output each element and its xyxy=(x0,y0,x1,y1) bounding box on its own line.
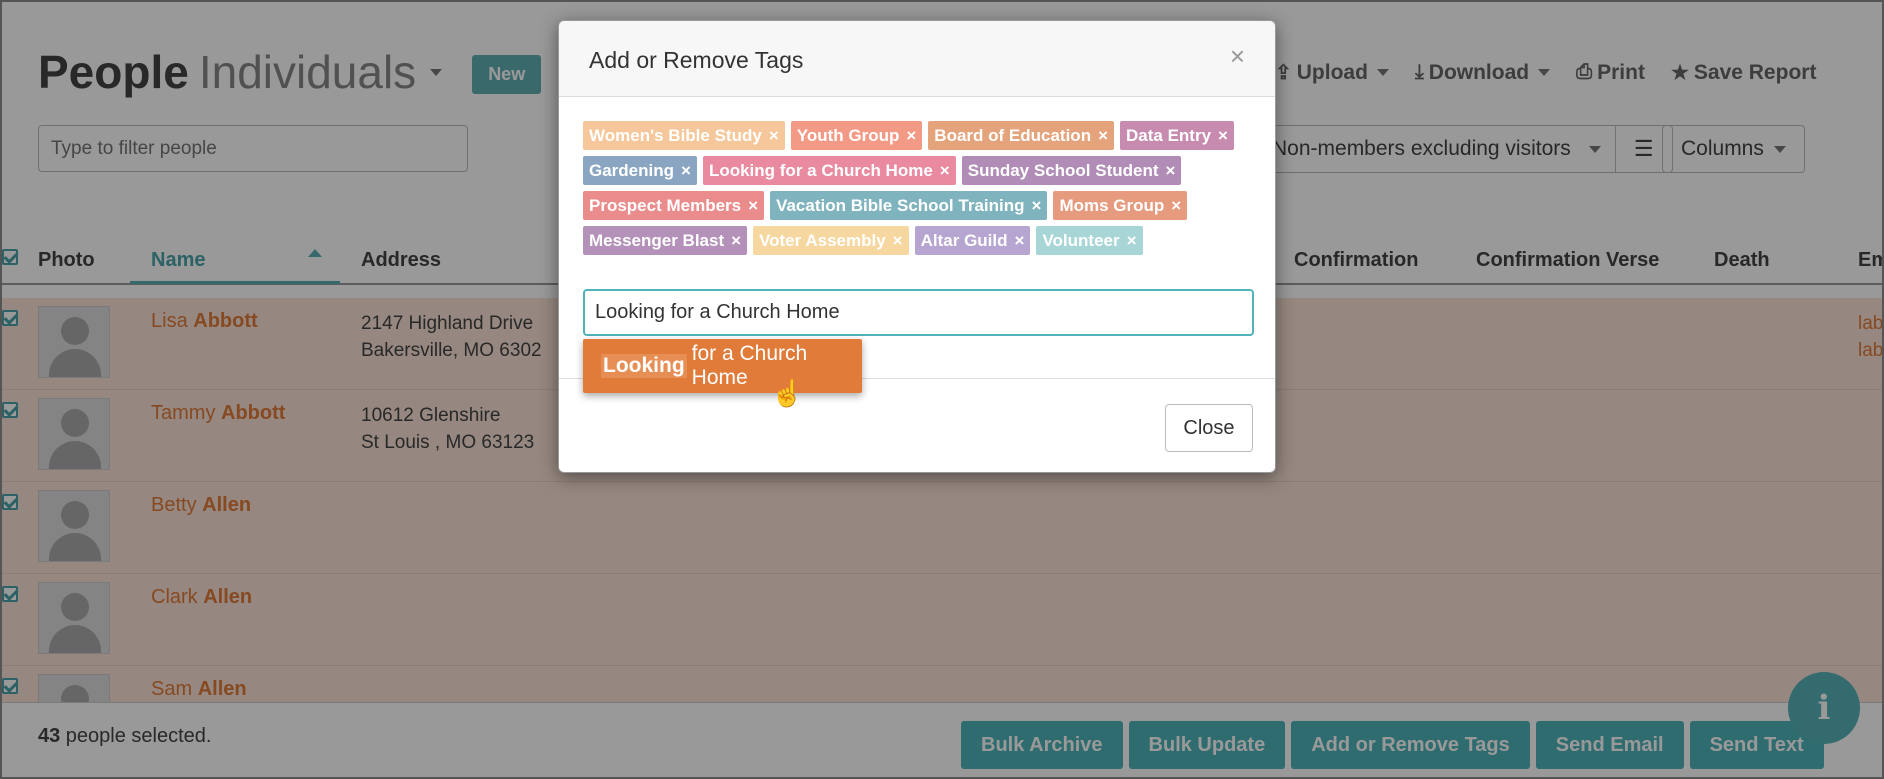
remove-tag-icon[interactable]: × xyxy=(1166,161,1176,181)
modal-header: Add or Remove Tags × xyxy=(559,21,1275,97)
tag-chip: Prospect Members × xyxy=(583,191,765,220)
remove-tag-icon[interactable]: × xyxy=(1218,126,1228,146)
tag-chip: Vacation Bible School Training × xyxy=(770,191,1048,220)
tag-chip: Voter Assembly × xyxy=(753,226,909,255)
tag-label: Gardening xyxy=(589,160,675,180)
tag-label: Moms Group xyxy=(1059,195,1165,215)
tags-modal: Add or Remove Tags × Women's Bible Study… xyxy=(558,20,1276,473)
remove-tag-icon[interactable]: × xyxy=(1171,196,1181,216)
tag-label: Volunteer xyxy=(1042,230,1120,250)
remove-tag-icon[interactable]: × xyxy=(940,161,950,181)
tag-label: Messenger Blast xyxy=(589,230,725,250)
tag-label: Vacation Bible School Training xyxy=(776,195,1025,215)
remove-tag-icon[interactable]: × xyxy=(1015,231,1025,251)
tag-chip: Volunteer × xyxy=(1036,226,1143,255)
remove-tag-icon[interactable]: × xyxy=(1098,126,1108,146)
tag-chip: Messenger Blast × xyxy=(583,226,748,255)
tag-chip: Gardening × xyxy=(583,156,697,185)
tag-chip: Moms Group × xyxy=(1053,191,1188,220)
modal-title: Add or Remove Tags xyxy=(589,47,804,73)
tag-chip: Youth Group × xyxy=(790,121,923,150)
tag-suggestion[interactable]: Looking for a Church Home xyxy=(583,339,862,393)
tag-label: Sunday School Student xyxy=(967,160,1159,180)
remove-tag-icon[interactable]: × xyxy=(731,231,741,251)
tag-label: Data Entry xyxy=(1126,125,1212,145)
close-icon[interactable]: × xyxy=(1230,41,1245,72)
remove-tag-icon[interactable]: × xyxy=(1032,196,1042,216)
remove-tag-icon[interactable]: × xyxy=(906,126,916,146)
tag-chip: Sunday School Student × xyxy=(961,156,1182,185)
tag-label: Voter Assembly xyxy=(759,230,886,250)
tag-chip: Data Entry × xyxy=(1120,121,1234,150)
remove-tag-icon[interactable]: × xyxy=(681,161,691,181)
tag-label: Looking for a Church Home xyxy=(708,160,933,180)
tag-label: Board of Education xyxy=(934,125,1092,145)
tag-label: Prospect Members xyxy=(589,195,742,215)
tag-label: Youth Group xyxy=(796,125,900,145)
remove-tag-icon[interactable]: × xyxy=(1127,231,1137,251)
tag-chip: Women's Bible Study × xyxy=(583,121,785,150)
tag-label: Women's Bible Study xyxy=(589,125,762,145)
tag-list: Women's Bible Study × Youth Group × Board of… xyxy=(583,121,1263,255)
remove-tag-icon[interactable]: × xyxy=(769,126,779,146)
tag-input[interactable] xyxy=(583,289,1254,336)
tag-chip: Altar Guild × xyxy=(914,226,1031,255)
tag-chip: Looking for a Church Home × xyxy=(702,156,956,185)
remove-tag-icon[interactable]: × xyxy=(748,196,758,216)
close-button[interactable]: Close xyxy=(1165,404,1253,452)
remove-tag-icon[interactable]: × xyxy=(893,231,903,251)
pointer-cursor-icon: ☝ xyxy=(771,378,804,408)
tag-chip: Board of Education × xyxy=(928,121,1115,150)
tag-label: Altar Guild xyxy=(920,230,1008,250)
